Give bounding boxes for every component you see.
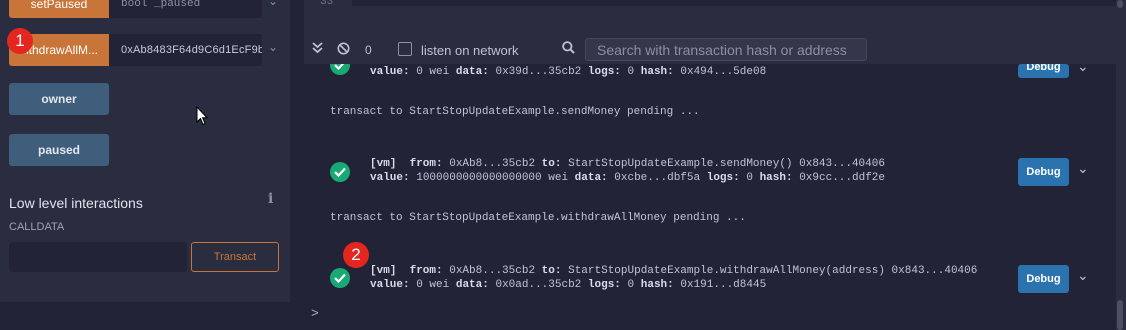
low-level-title: Low level interactions [9,195,143,211]
set-paused-button[interactable]: setPaused [9,0,109,18]
code-editor[interactable] [352,0,1116,6]
chevron-down-icon[interactable]: ⌄ [1077,267,1089,284]
success-check-icon [330,162,350,182]
editor-scroll-thumb[interactable] [1117,0,1123,8]
pending-message: transact to StartStopUpdateExample.sendM… [330,106,700,118]
pending-tx-count: 0 [365,43,372,57]
transact-button[interactable]: Transact [191,242,279,272]
clear-console-icon[interactable] [337,42,350,58]
panel-divider [290,0,304,330]
search-input[interactable]: Search with transaction hash or address [585,38,867,61]
scrollbar[interactable] [1116,0,1126,330]
listen-network-label: listen on network [421,43,519,58]
terminal-prompt[interactable]: > [311,306,319,321]
paused-button[interactable]: paused [9,134,109,166]
collapse-terminal-icon[interactable] [312,42,323,57]
calldata-label: CALLDATA [9,221,65,233]
tx3-summary: [vm] from: 0xAb8...35cb2 to: StartStopUp… [370,265,978,277]
calldata-input[interactable] [9,242,187,272]
pending-message: transact to StartStopUpdateExample.withd… [330,212,746,224]
tx3-details: value: 0 wei data: 0x0ad...35cb2 logs: 0… [370,279,767,291]
chevron-down-icon[interactable]: ⌄ [1077,160,1089,177]
listen-network-checkbox[interactable] [398,42,412,56]
chevron-down-icon[interactable]: ⌄ [1077,58,1089,75]
owner-button[interactable]: owner [9,83,109,115]
debug-button[interactable]: Debug [1018,265,1069,293]
tx2-details: value: 1000000000000000000 wei data: 0xc… [370,172,886,184]
info-icon[interactable]: i [268,191,273,207]
mouse-cursor-icon [196,106,208,126]
search-icon [562,41,575,57]
annotation-badge-1: 1 [7,28,33,54]
debug-button[interactable]: Debug [1018,158,1069,186]
set-paused-input[interactable]: bool _paused [109,0,262,18]
annotation-badge-2: 2 [343,242,369,268]
line-number: 33 [320,0,334,8]
panel-footer [0,302,290,330]
debug-button[interactable]: Debug [1018,64,1069,78]
chevron-down-icon[interactable]: ⌄ [266,0,280,8]
chevron-down-icon[interactable]: ⌄ [266,40,280,54]
tx1-details: value: 0 wei data: 0x39d...35cb2 logs: 0… [370,66,767,78]
withdraw-address-input[interactable]: 0xAb8483F64d9C6d1EcF9b [109,34,262,66]
tx2-summary: [vm] from: 0xAb8...35cb2 to: StartStopUp… [370,158,885,170]
terminal-scroll-thumb[interactable] [1117,300,1123,330]
success-check-icon [330,268,350,288]
